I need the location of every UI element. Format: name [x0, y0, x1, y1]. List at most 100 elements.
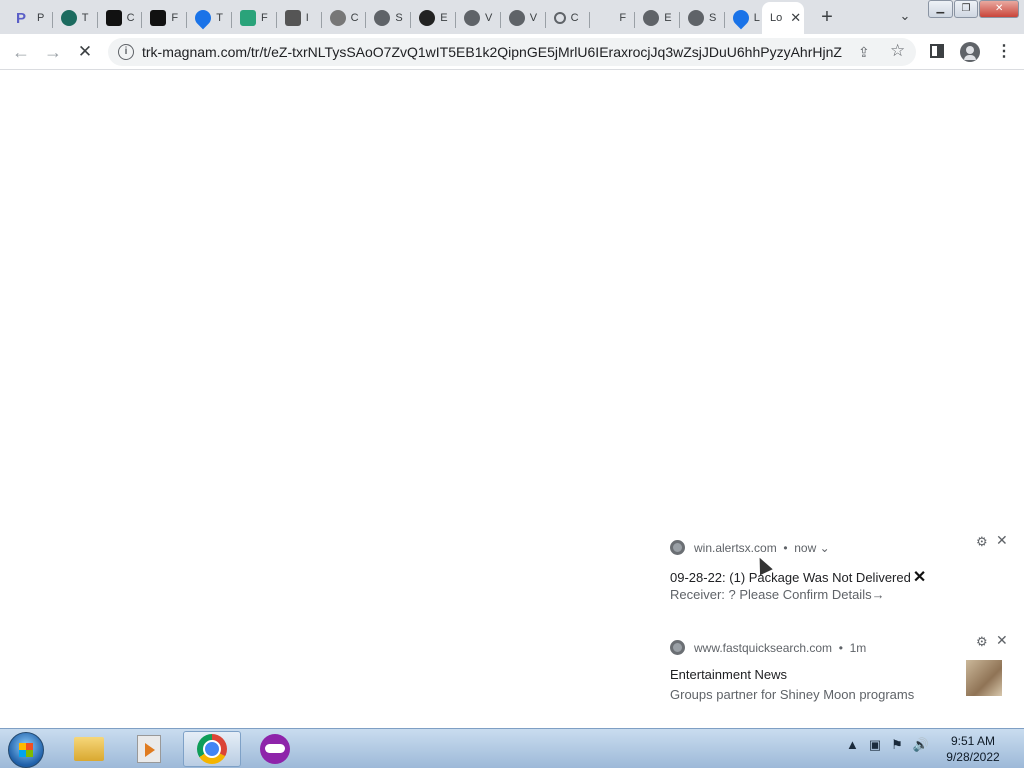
bookmark-star-icon[interactable]: ☆ [890, 41, 905, 61]
notification-source: www.fastquicksearch.com [694, 640, 833, 655]
notification-header: win.alertsx.com • now ⌄ [670, 540, 830, 555]
tab-label: V [485, 12, 493, 24]
chrome-icon [197, 734, 227, 764]
tab-label: C [350, 12, 359, 24]
tab-item[interactable]: S [366, 4, 412, 32]
menu-kebab-icon[interactable]: ⋮ [996, 42, 1012, 62]
notification-header: www.fastquicksearch.com • 1m [670, 640, 866, 655]
site-info-icon[interactable]: i [118, 44, 134, 60]
blank-icon [598, 10, 615, 26]
tab-item[interactable]: F [232, 4, 277, 32]
globe-icon [464, 10, 480, 26]
tab-label: C [570, 12, 579, 24]
tab-strip: PP T C F T F I C S E V V C F E S L Lo ✕ + ⌄ ▁ ❐ ✕ [0, 0, 1024, 34]
tab-item[interactable]: V [501, 4, 546, 32]
close-notification-icon[interactable]: ✕ [996, 632, 1008, 649]
tab-item[interactable]: S [680, 4, 725, 32]
link-pill-icon [284, 10, 301, 26]
tab-label: V [529, 12, 538, 24]
gift-box-icon [240, 10, 256, 26]
tab-item[interactable]: PP [8, 4, 53, 32]
page-content [0, 71, 1024, 728]
media-player-icon [137, 735, 161, 763]
back-button[interactable]: ← [10, 41, 32, 63]
tab-label: P [37, 12, 45, 24]
tab-item[interactable]: E [411, 4, 456, 32]
tab-active[interactable]: Lo ✕ [762, 2, 804, 34]
globe-icon [374, 10, 391, 26]
address-bar[interactable]: i trk-magnam.com/tr/t/eZ-txrNLTysSAoO7Zv… [108, 38, 916, 66]
tab-item[interactable]: I [277, 4, 322, 32]
tab-item[interactable]: T [187, 4, 232, 32]
tab-item[interactable]: F [590, 4, 636, 32]
notification-time: now [794, 540, 817, 555]
tab-active-label: Lo [770, 12, 783, 24]
globe-icon [508, 10, 525, 26]
windows-taskbar: ▲ ▣ ⚑ 🔊 9:51 AM 9/28/2022 [0, 728, 1024, 768]
tray-expand-icon[interactable]: ▲ [846, 737, 859, 753]
notification-thumbnail [966, 660, 1002, 696]
tab-item[interactable]: C [98, 4, 143, 32]
taskbar-mask-app[interactable] [246, 731, 304, 767]
chrome-icon [670, 640, 685, 655]
tab-label: F [171, 12, 179, 24]
tab-item[interactable]: F [142, 4, 188, 32]
notification-title: 09-28-22: (1) Package Was Not Delivered ✕ [670, 567, 926, 587]
tab-item[interactable]: C [546, 4, 591, 32]
window-close-icon[interactable]: ✕ [979, 0, 1020, 18]
start-button[interactable] [8, 732, 44, 768]
tab-label: I [305, 12, 309, 24]
taskbar-media-player[interactable] [120, 731, 178, 767]
tab-item[interactable]: C [322, 4, 367, 32]
taskbar-clock[interactable]: 9:51 AM 9/28/2022 [940, 733, 1006, 765]
notification-news[interactable]: www.fastquicksearch.com • 1m ⚙ ✕ Enterta… [660, 632, 1024, 720]
minimize-icon[interactable]: ▁ [928, 0, 953, 18]
profile-avatar-icon[interactable] [960, 42, 980, 62]
window-controls: ▁ ❐ ✕ [928, 0, 1020, 18]
dark-circle-icon [419, 10, 436, 26]
new-tab-button[interactable]: + [816, 6, 838, 28]
side-panel-icon[interactable] [930, 44, 944, 58]
notification-time: 1m [849, 640, 867, 655]
p-letter-icon: P [16, 10, 27, 27]
mask-app-icon [260, 734, 290, 764]
tab-label: L [753, 12, 760, 24]
settings-gear-icon[interactable]: ⚙ [976, 634, 988, 650]
tab-item[interactable]: V [456, 4, 501, 32]
tab-label: T [216, 12, 223, 24]
globe-icon [688, 10, 704, 26]
location-pin-icon [191, 6, 215, 30]
settings-gear-icon[interactable]: ⚙ [976, 534, 988, 550]
url-text[interactable]: trk-magnam.com/tr/t/eZ-txrNLTysSAoO7ZvQ1… [142, 44, 842, 60]
taskbar-chrome[interactable] [183, 731, 241, 767]
forward-button[interactable]: → [42, 41, 64, 63]
tab-item[interactable]: E [635, 4, 680, 32]
browser-toolbar: ← → ✕ i trk-magnam.com/tr/t/eZ-txrNLTysS… [0, 34, 1024, 70]
close-x-mark-icon: ✕ [912, 569, 927, 586]
tab-label: S [709, 12, 717, 24]
globe-icon [643, 10, 660, 26]
notification-alert[interactable]: win.alertsx.com • now ⌄ ⚙ ✕ 09-28-22: (1… [660, 532, 1024, 616]
volume-icon[interactable]: 🔊 [913, 737, 929, 753]
notification-body: Groups partner for Shiney Moon programs [670, 687, 915, 702]
close-notification-icon[interactable]: ✕ [996, 532, 1008, 549]
tab-label: F [619, 12, 627, 24]
action-center-icon[interactable]: ⚑ [891, 737, 903, 753]
notification-title: Entertainment News [670, 667, 788, 682]
close-tab-icon[interactable]: ✕ [790, 10, 801, 26]
location-pin-icon [729, 6, 753, 30]
tab-search-icon[interactable]: ⌄ [896, 8, 914, 26]
stop-loading-button[interactable]: ✕ [74, 41, 96, 63]
tab-label: S [395, 12, 403, 24]
restore-icon[interactable]: ❐ [953, 0, 979, 18]
chrome-icon [670, 540, 685, 555]
tab-label: C [126, 12, 135, 24]
tab-label: E [440, 12, 448, 24]
share-icon[interactable]: ⇪ [858, 44, 870, 61]
chevron-down-icon[interactable]: ⌄ [816, 541, 830, 555]
taskbar-explorer[interactable] [60, 731, 118, 767]
network-icon[interactable]: ▣ [869, 737, 881, 753]
tab-item[interactable]: T [53, 4, 98, 32]
notification-source: win.alertsx.com [694, 540, 777, 555]
clock-date: 9/28/2022 [946, 750, 1000, 764]
